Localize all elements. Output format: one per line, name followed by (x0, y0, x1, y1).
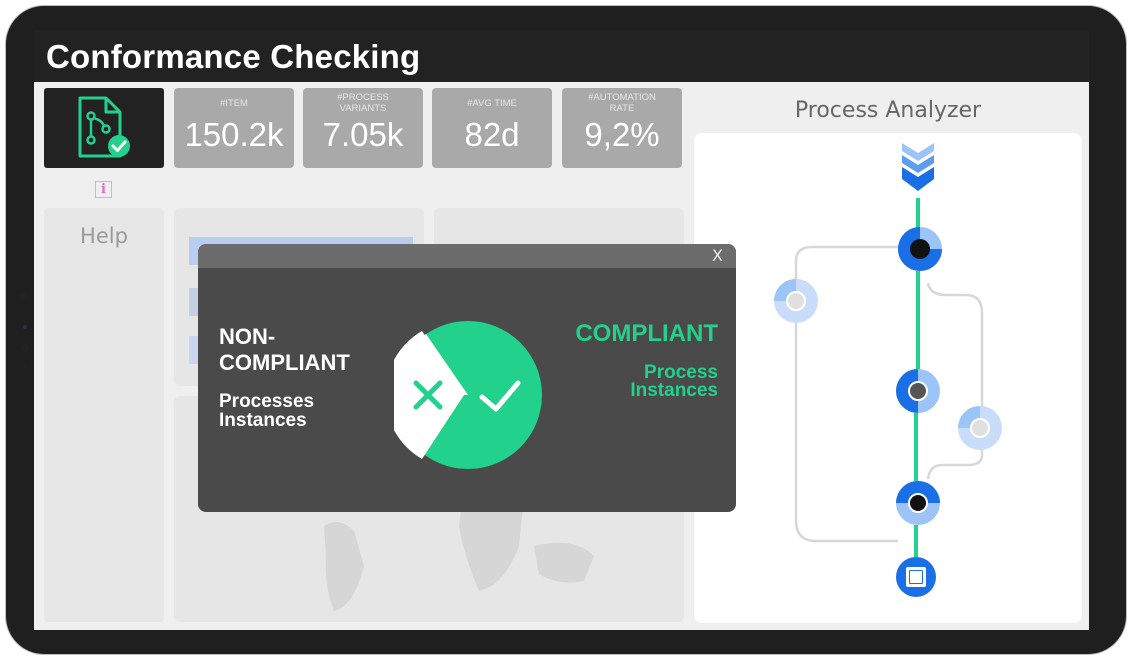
kpi-value: 7.05k (322, 116, 404, 153)
kpi-card-items: #ITEM 150.2k (174, 88, 294, 168)
kpi-value: 150.2k (184, 116, 284, 153)
noncompliant-subtitle-line: Processes (219, 391, 315, 412)
help-panel[interactable]: Help (44, 208, 164, 622)
device-sensor (23, 325, 27, 329)
process-flow-diagram (774, 143, 1002, 597)
noncompliant-title: NON- COMPLIANT (219, 324, 350, 376)
noncompliant-subtitle: Processes Instances (219, 392, 314, 430)
noncompliant-subtitle-line: Instances (219, 410, 307, 431)
noncompliant-title-line: NON- (219, 324, 276, 349)
kpi-value: 82d (464, 116, 520, 153)
device-sensor (23, 364, 27, 368)
compliant-subtitle: Process Instances (630, 363, 718, 401)
process-node (958, 406, 1002, 450)
stop-square-icon (896, 557, 936, 597)
document-flow-check-icon (78, 96, 130, 158)
kpi-card-process-variants: #PROCESS VARIANTS 7.05k (303, 88, 423, 168)
process-analyzer-panel (694, 133, 1082, 623)
device-camera (20, 343, 29, 352)
compliance-split-disc (394, 321, 542, 469)
kpi-label: #PROCESS VARIANTS (337, 92, 389, 114)
process-node (896, 481, 940, 525)
conformance-modal: X NON- COMPLIANT Processes Instances COM… (198, 244, 736, 512)
title-bar: Conformance Checking (34, 30, 1089, 82)
page-title: Conformance Checking (46, 38, 421, 75)
modal-header: X (198, 244, 736, 268)
kpi-card-automation-rate: #AUTOMATION RATE 9,2% (562, 88, 682, 168)
info-icon[interactable]: i (95, 181, 112, 198)
analyzer-title: Process Analyzer (794, 98, 982, 123)
close-icon[interactable]: X (712, 246, 723, 265)
double-chevron-down-icon (902, 143, 934, 191)
kpi-label: #AVG TIME (467, 97, 517, 109)
kpi-value: 9,2% (584, 116, 660, 153)
process-node (774, 279, 818, 323)
noncompliant-title-line: COMPLIANT (219, 350, 350, 375)
kpi-label: #ITEM (220, 97, 248, 109)
app-logo[interactable] (44, 88, 164, 168)
app-screen: Conformance Checking i #ITEM 150.2k #PRO… (34, 30, 1089, 630)
process-node (898, 227, 942, 271)
device-button (19, 292, 28, 301)
help-label: Help (80, 224, 128, 248)
compliant-title: COMPLIANT (575, 320, 718, 347)
kpi-card-avg-time: #AVG TIME 82d (432, 88, 552, 168)
process-node (896, 369, 940, 413)
compliant-subtitle-line: Instances (630, 380, 718, 401)
kpi-label: #AUTOMATION RATE (588, 92, 656, 114)
